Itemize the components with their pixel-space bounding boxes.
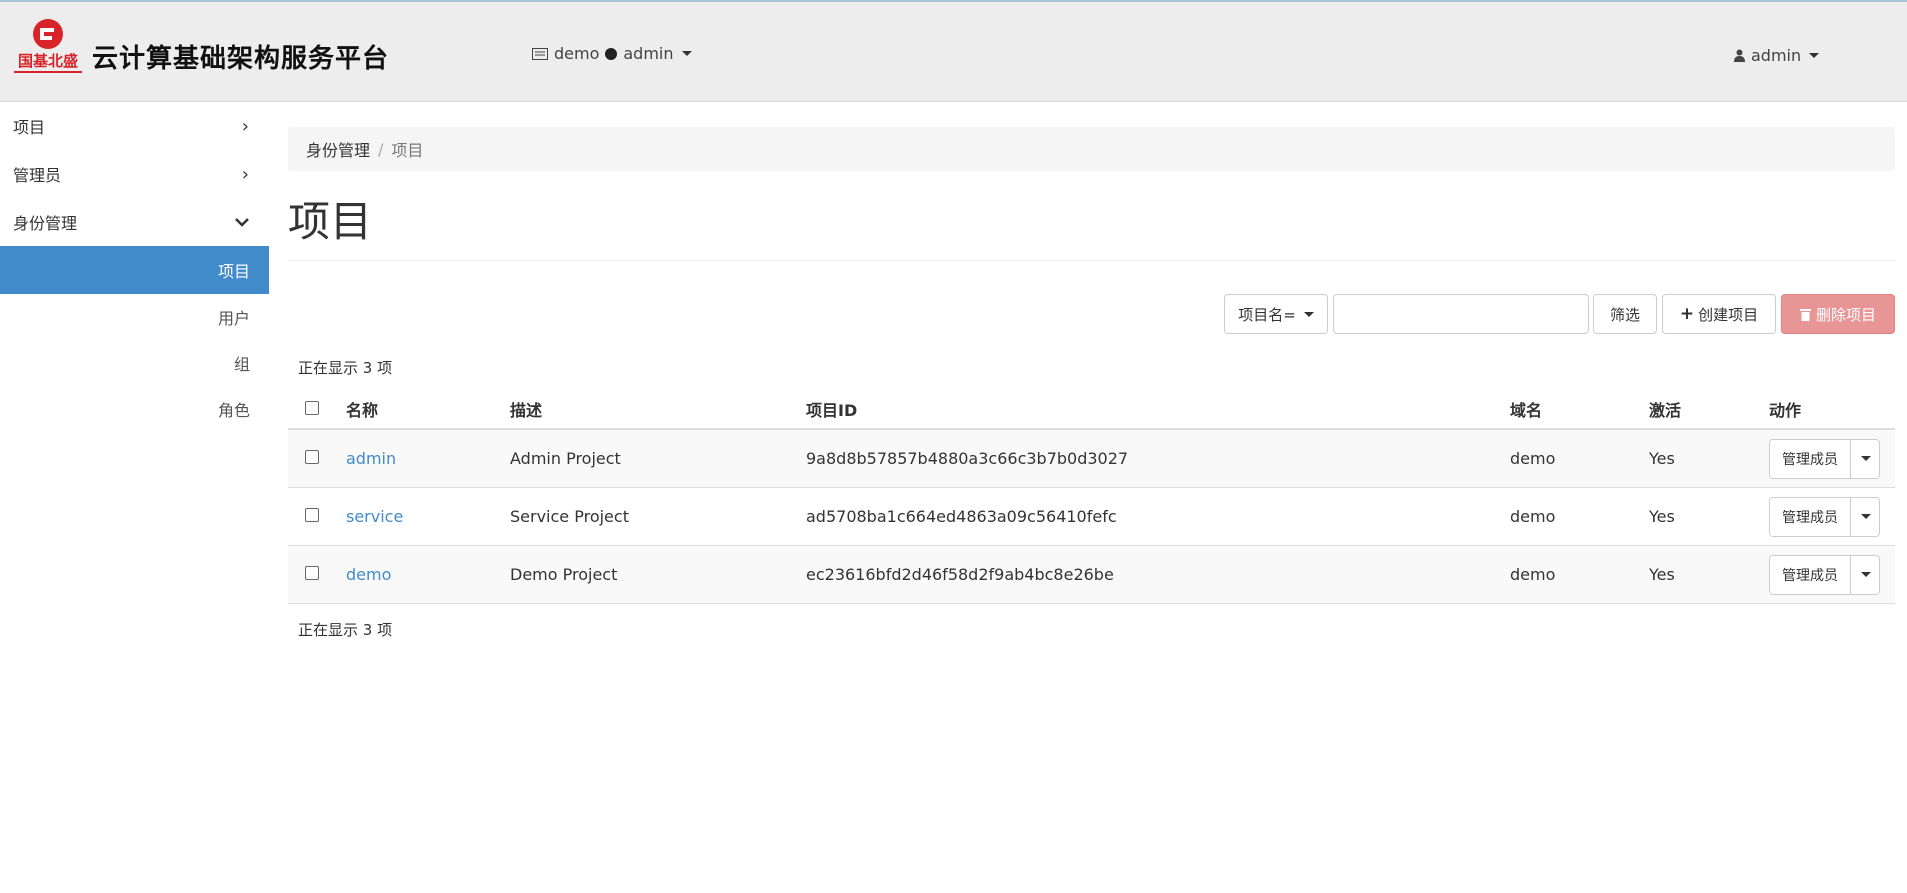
trash-icon bbox=[1799, 308, 1811, 321]
project-id: 9a8d8b57857b4880a3c66c3b7b0d3027 bbox=[806, 429, 1510, 488]
sidebar-item-users[interactable]: 用户 bbox=[0, 294, 269, 340]
caret-down-icon bbox=[681, 51, 692, 56]
chevron-right-icon: › bbox=[241, 115, 249, 137]
sidebar-group-label: 项目 bbox=[13, 118, 46, 137]
row-actions-dropdown[interactable] bbox=[1851, 439, 1879, 478]
list-icon bbox=[532, 47, 548, 60]
table-header-row: 名称 描述 项目ID 域名 激活 动作 bbox=[288, 390, 1895, 430]
column-header-description[interactable]: 描述 bbox=[510, 390, 806, 430]
column-header-enabled[interactable]: 激活 bbox=[1649, 390, 1769, 430]
filter-field-label: 项目名= bbox=[1238, 305, 1296, 324]
project-domain: demo bbox=[1510, 545, 1649, 604]
company-logo: 国基北盛 bbox=[14, 19, 82, 73]
row-action-group: 管理成员 bbox=[1769, 496, 1880, 537]
projects-table: 名称 描述 项目ID 域名 激活 动作 admin Admin Project … bbox=[288, 390, 1895, 604]
row-checkbox[interactable] bbox=[305, 450, 319, 464]
create-project-label: 创建项目 bbox=[1698, 305, 1759, 324]
filter-field-dropdown[interactable]: 项目名= bbox=[1224, 294, 1328, 334]
sidebar-group-identity[interactable]: 身份管理 bbox=[0, 198, 269, 246]
project-name-link[interactable]: admin bbox=[346, 449, 396, 468]
sidebar-group-label: 身份管理 bbox=[13, 214, 78, 233]
filter-input[interactable] bbox=[1333, 294, 1589, 334]
column-header-actions: 动作 bbox=[1769, 390, 1895, 430]
chevron-down-icon bbox=[235, 217, 249, 227]
user-menu[interactable]: admin bbox=[1734, 46, 1820, 65]
breadcrumb-root[interactable]: 身份管理 bbox=[306, 137, 370, 161]
sidebar-item-roles[interactable]: 角色 bbox=[0, 386, 269, 432]
brand-title: 云计算基础架构服务平台 bbox=[92, 44, 390, 74]
svg-text:国基北盛: 国基北盛 bbox=[18, 52, 78, 70]
caret-down-icon bbox=[1303, 311, 1314, 317]
row-checkbox[interactable] bbox=[305, 566, 319, 580]
project-id: ad5708ba1c664ed4863a09c56410fefc bbox=[806, 487, 1510, 546]
user-icon bbox=[1734, 49, 1745, 62]
caret-down-icon bbox=[1861, 456, 1871, 461]
caret-down-icon bbox=[1809, 53, 1820, 58]
project-enabled: Yes bbox=[1649, 429, 1769, 488]
sidebar-item-projects[interactable]: 项目 bbox=[0, 246, 269, 294]
project-name-link[interactable]: service bbox=[346, 507, 403, 526]
sidebar-group-label: 管理员 bbox=[13, 166, 62, 185]
user-name: admin bbox=[1751, 46, 1802, 65]
project-context-dropdown[interactable]: demo admin bbox=[532, 44, 692, 63]
create-project-button[interactable]: + 创建项目 bbox=[1662, 294, 1776, 334]
project-description: Admin Project bbox=[510, 429, 806, 488]
filter-button[interactable]: 筛选 bbox=[1593, 294, 1657, 334]
row-action-group: 管理成员 bbox=[1769, 438, 1880, 479]
row-action-group: 管理成员 bbox=[1769, 554, 1880, 595]
manage-members-button[interactable]: 管理成员 bbox=[1770, 555, 1851, 594]
sidebar: 项目 › 管理员 › 身份管理 项目 用户 组 角色 bbox=[0, 102, 269, 432]
manage-members-button[interactable]: 管理成员 bbox=[1770, 439, 1851, 478]
sidebar-group-project[interactable]: 项目 › bbox=[0, 102, 269, 150]
select-all-checkbox[interactable] bbox=[305, 400, 319, 415]
context-domain: demo bbox=[554, 44, 600, 63]
column-header-domain[interactable]: 域名 bbox=[1510, 390, 1649, 430]
context-project: admin bbox=[623, 44, 674, 63]
item-count-bottom: 正在显示 3 项 bbox=[298, 621, 393, 639]
project-description: Service Project bbox=[510, 487, 806, 546]
project-domain: demo bbox=[1510, 429, 1649, 488]
row-actions-dropdown[interactable] bbox=[1851, 497, 1879, 536]
chevron-right-icon: › bbox=[241, 163, 249, 185]
delete-project-button[interactable]: 删除项目 bbox=[1781, 294, 1895, 334]
plus-icon: + bbox=[1679, 304, 1695, 324]
caret-down-icon bbox=[1861, 572, 1871, 577]
project-name-link[interactable]: demo bbox=[346, 565, 391, 584]
column-header-project-id[interactable]: 项目ID bbox=[806, 390, 1510, 430]
separator-dot-icon bbox=[605, 47, 618, 60]
breadcrumb-separator: / bbox=[378, 139, 384, 159]
table-row: demo Demo Project ec23616bfd2d46f58d2f9a… bbox=[288, 545, 1895, 604]
table-row: service Service Project ad5708ba1c664ed4… bbox=[288, 487, 1895, 546]
column-header-name[interactable]: 名称 bbox=[346, 390, 510, 430]
row-checkbox[interactable] bbox=[305, 508, 319, 522]
table-row: admin Admin Project 9a8d8b57857b4880a3c6… bbox=[288, 429, 1895, 488]
breadcrumb: 身份管理 / 项目 bbox=[288, 127, 1895, 171]
breadcrumb-current: 项目 bbox=[391, 141, 424, 160]
sidebar-item-groups[interactable]: 组 bbox=[0, 340, 269, 386]
project-id: ec23616bfd2d46f58d2f9ab4bc8e26be bbox=[806, 545, 1510, 604]
project-enabled: Yes bbox=[1649, 545, 1769, 604]
caret-down-icon bbox=[1861, 514, 1871, 519]
top-navbar: 国基北盛 云计算基础架构服务平台 demo admin admin bbox=[0, 0, 1907, 102]
item-count-top: 正在显示 3 项 bbox=[298, 359, 393, 377]
project-domain: demo bbox=[1510, 487, 1649, 546]
title-divider bbox=[288, 260, 1895, 261]
page-title: 项目 bbox=[288, 197, 373, 246]
project-description: Demo Project bbox=[510, 545, 806, 604]
delete-project-label: 删除项目 bbox=[1815, 305, 1876, 324]
sidebar-group-admin[interactable]: 管理员 › bbox=[0, 150, 269, 198]
row-actions-dropdown[interactable] bbox=[1851, 555, 1879, 594]
manage-members-button[interactable]: 管理成员 bbox=[1770, 497, 1851, 536]
project-enabled: Yes bbox=[1649, 487, 1769, 546]
